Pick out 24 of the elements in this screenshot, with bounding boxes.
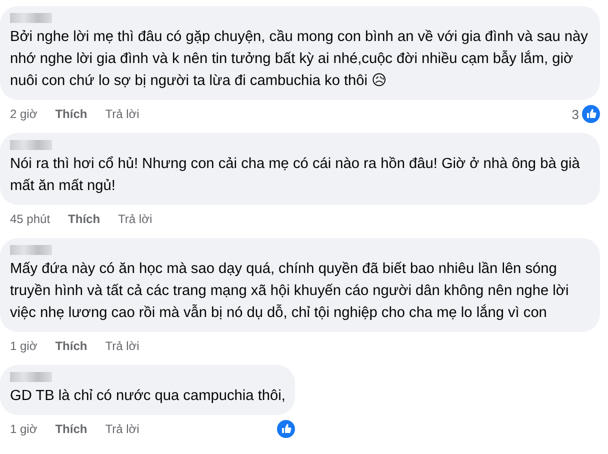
sad-emoji: 😥 [372, 72, 387, 89]
comment-text: Nói ra thì hơi cổ hủ! Nhưng con cải cha mẹ có cái nào ra hồn đâu! Giờ ở nhà ông bà già mất ăn mất ngủ! [10, 155, 581, 196]
comment-time[interactable]: 2 giờ [10, 107, 38, 121]
reply-link[interactable]: Trả lời [105, 107, 140, 121]
comment-time[interactable]: 1 giờ [10, 422, 38, 436]
blurred-name [10, 245, 52, 255]
comment-text: Bởi nghe lời mẹ thì đâu có gặp chuyện, cầu mong con bình an về với gia đình và sau này nhớ nghe lời gia đình và k nên tin tưởng bất kỳ ai nhé,cuộc đời nhiều cạm bẫy lắm, giờ nuôi con chứ lo sợ bị người ta lừa đi cambuchia ko thôi 😥 [10, 28, 589, 91]
like-link[interactable]: Thích [68, 212, 100, 226]
comment-text: Mấy đứa này có ăn học mà sao dạy quá, chính quyền đã biết bao nhiêu lần lên sóng truyền hình và tất cả các trang mạng xã hội khuyến cáo người dân không nên nghe lời việc nhẹ lương cao rồi mà vẫn bị nó dụ dỗ, chỉ tội nghiệp cho cha mẹ lo lắng vì con [10, 260, 570, 323]
blurred-name [10, 13, 52, 23]
reply-link[interactable]: Trả lời [105, 339, 140, 353]
comment-time[interactable]: 45 phút [10, 212, 50, 226]
blurred-name [10, 372, 52, 382]
like-link[interactable]: Thích [55, 422, 88, 436]
like-link[interactable]: Thích [55, 339, 88, 353]
like-link[interactable]: Thích [55, 107, 88, 121]
thumbs-up-icon[interactable] [277, 420, 296, 438]
reply-link[interactable]: Trả lời [105, 422, 140, 436]
comment-text: GD TB là chỉ có nước qua campuchia thôi, [10, 387, 286, 406]
reaction-count[interactable]: 3 [572, 106, 579, 122]
comment-time[interactable]: 1 giờ [10, 339, 38, 353]
blurred-name [10, 140, 52, 150]
thumbs-up-icon[interactable] [582, 105, 600, 123]
reply-link[interactable]: Trả lời [118, 212, 152, 226]
